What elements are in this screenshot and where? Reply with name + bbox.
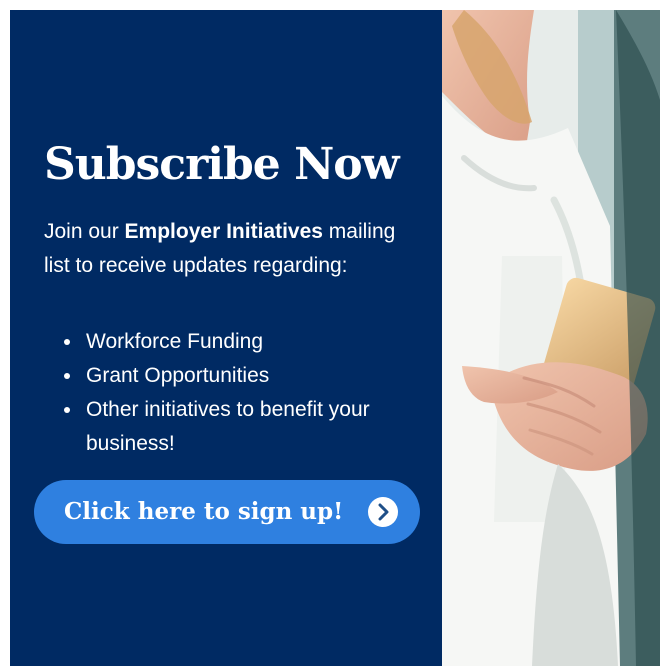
sign-up-button[interactable]: Click here to sign up! <box>34 480 420 544</box>
employer-initiatives-text: Employer Initiatives <box>124 220 323 243</box>
page-title: Subscribe Now <box>44 139 400 190</box>
intro-text: Join our Employer Initiatives mailing li… <box>44 215 404 283</box>
subscription-panel: Subscribe Now Join our Employer Initiati… <box>10 10 442 666</box>
chevron-right-icon <box>368 497 398 527</box>
benefits-list: Workforce Funding Grant Opportunities Ot… <box>62 325 392 461</box>
intro-prefix: Join our <box>44 220 125 243</box>
benefit-item-other-initiatives: Other initiatives to benefit your busine… <box>62 393 392 461</box>
woman-using-phone-image <box>442 10 660 666</box>
benefit-item-grant-opportunities: Grant Opportunities <box>62 359 392 393</box>
sign-up-button-label: Click here to sign up! <box>64 498 344 525</box>
subscribe-banner: Subscribe Now Join our Employer Initiati… <box>10 10 660 666</box>
benefit-item-workforce-funding: Workforce Funding <box>62 325 392 359</box>
